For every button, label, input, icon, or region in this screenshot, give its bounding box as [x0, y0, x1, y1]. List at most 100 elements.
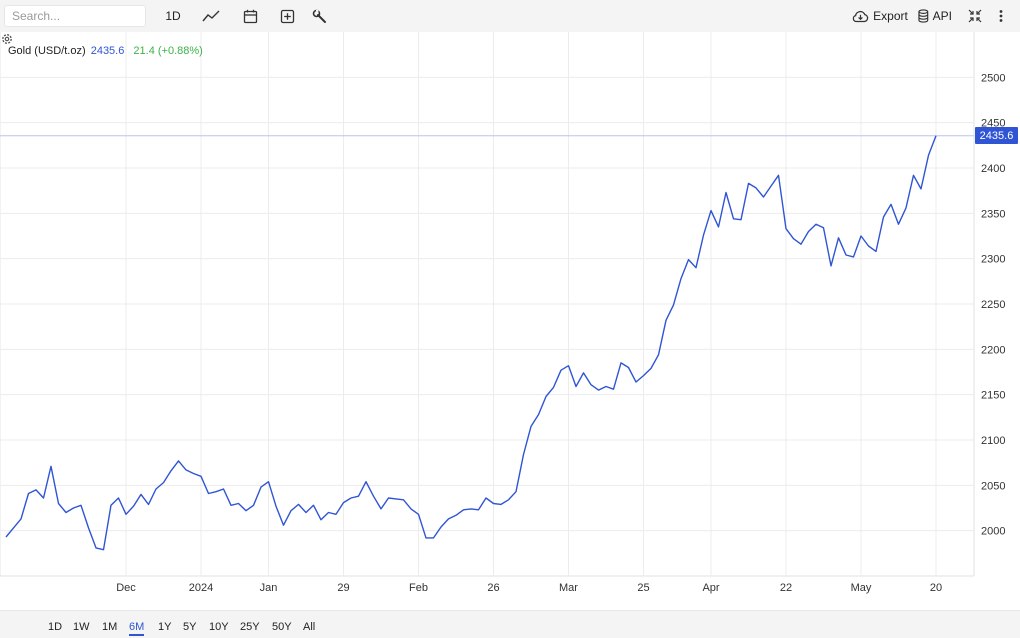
data-point[interactable] — [79, 503, 84, 508]
data-point[interactable] — [799, 242, 804, 247]
data-point[interactable] — [139, 492, 144, 497]
data-point[interactable] — [514, 489, 519, 494]
data-point[interactable] — [101, 547, 106, 552]
data-point[interactable] — [469, 506, 474, 511]
chart-type-button[interactable] — [198, 4, 224, 28]
data-point[interactable] — [934, 133, 939, 138]
data-point[interactable] — [334, 512, 339, 517]
data-point[interactable] — [41, 496, 46, 501]
compare-button[interactable] — [274, 4, 300, 28]
data-point[interactable] — [724, 190, 729, 195]
data-point[interactable] — [206, 491, 211, 496]
data-point[interactable] — [131, 504, 136, 509]
data-point[interactable] — [311, 503, 316, 508]
data-point[interactable] — [484, 496, 489, 501]
interval-button[interactable]: 1D — [160, 4, 186, 28]
api-button[interactable]: API — [918, 4, 952, 28]
data-point[interactable] — [776, 173, 781, 178]
data-point[interactable] — [731, 216, 736, 221]
price-chart[interactable]: 2000 2050 2100 2150 2200 2250 2300 2350 2400 2450… — [0, 32, 1020, 610]
data-point[interactable] — [386, 496, 391, 501]
data-point[interactable] — [94, 545, 99, 550]
data-point[interactable] — [851, 254, 856, 259]
data-point[interactable] — [71, 506, 76, 511]
data-point[interactable] — [679, 276, 684, 281]
data-point[interactable] — [266, 479, 271, 484]
data-point[interactable] — [671, 302, 676, 307]
data-point[interactable] — [806, 229, 811, 234]
data-point[interactable] — [154, 487, 159, 492]
data-point[interactable] — [86, 525, 91, 530]
data-point[interactable] — [64, 510, 69, 515]
data-point[interactable] — [281, 523, 286, 528]
data-point[interactable] — [251, 503, 256, 508]
data-point[interactable] — [401, 497, 406, 502]
chart-canvas[interactable]: 2000205021002150220022502300235024002450… — [0, 32, 1020, 610]
data-point[interactable] — [566, 363, 571, 368]
data-point[interactable] — [4, 535, 9, 540]
range-25y[interactable]: 25Y — [240, 621, 260, 633]
data-point[interactable] — [559, 368, 564, 373]
data-point[interactable] — [544, 394, 549, 399]
data-point[interactable] — [274, 504, 279, 509]
range-1w[interactable]: 1W — [73, 621, 90, 633]
range-10y[interactable]: 10Y — [209, 621, 229, 633]
data-point[interactable] — [416, 512, 421, 517]
data-point[interactable] — [461, 507, 466, 512]
data-point[interactable] — [746, 181, 751, 186]
data-point[interactable] — [701, 233, 706, 238]
range-5y[interactable]: 5Y — [183, 621, 196, 633]
data-point[interactable] — [214, 489, 219, 494]
data-point[interactable] — [889, 202, 894, 207]
data-point[interactable] — [431, 535, 436, 540]
data-point[interactable] — [319, 517, 324, 522]
data-point[interactable] — [229, 503, 234, 508]
data-point[interactable] — [656, 352, 661, 357]
data-point[interactable] — [56, 501, 61, 506]
data-point[interactable] — [926, 153, 931, 158]
data-point[interactable] — [911, 173, 916, 178]
range-1d[interactable]: 1D — [48, 621, 62, 633]
data-point[interactable] — [919, 186, 924, 191]
data-point[interactable] — [844, 253, 849, 258]
data-point[interactable] — [634, 380, 639, 385]
data-point[interactable] — [379, 506, 384, 511]
data-point[interactable] — [709, 208, 714, 213]
data-point[interactable] — [716, 224, 721, 229]
tools-button[interactable] — [306, 4, 332, 28]
data-point[interactable] — [589, 382, 594, 387]
data-point[interactable] — [176, 458, 181, 463]
data-point[interactable] — [904, 205, 909, 210]
data-point[interactable] — [184, 467, 189, 472]
data-point[interactable] — [341, 500, 346, 505]
data-point[interactable] — [146, 502, 151, 507]
data-point[interactable] — [866, 244, 871, 249]
data-point[interactable] — [874, 249, 879, 254]
data-point[interactable] — [161, 480, 166, 485]
data-point[interactable] — [829, 263, 834, 268]
data-point[interactable] — [34, 487, 39, 492]
data-point[interactable] — [304, 510, 309, 515]
data-point[interactable] — [199, 474, 204, 479]
data-point[interactable] — [859, 234, 864, 239]
date-range-button[interactable] — [237, 4, 263, 28]
data-point[interactable] — [896, 222, 901, 227]
data-point[interactable] — [289, 508, 294, 513]
data-point[interactable] — [109, 503, 114, 508]
data-point[interactable] — [551, 385, 556, 390]
data-point[interactable] — [836, 235, 841, 240]
data-point[interactable] — [446, 516, 451, 521]
data-point[interactable] — [506, 497, 511, 502]
data-point[interactable] — [169, 468, 174, 473]
data-point[interactable] — [521, 452, 526, 457]
data-point[interactable] — [536, 412, 541, 417]
data-point[interactable] — [124, 512, 129, 517]
data-point[interactable] — [356, 494, 361, 499]
data-point[interactable] — [236, 501, 241, 506]
data-point[interactable] — [116, 496, 121, 501]
data-point[interactable] — [596, 388, 601, 393]
data-point[interactable] — [424, 535, 429, 540]
data-point[interactable] — [476, 507, 481, 512]
more-button[interactable] — [994, 4, 1008, 28]
data-point[interactable] — [221, 487, 226, 492]
